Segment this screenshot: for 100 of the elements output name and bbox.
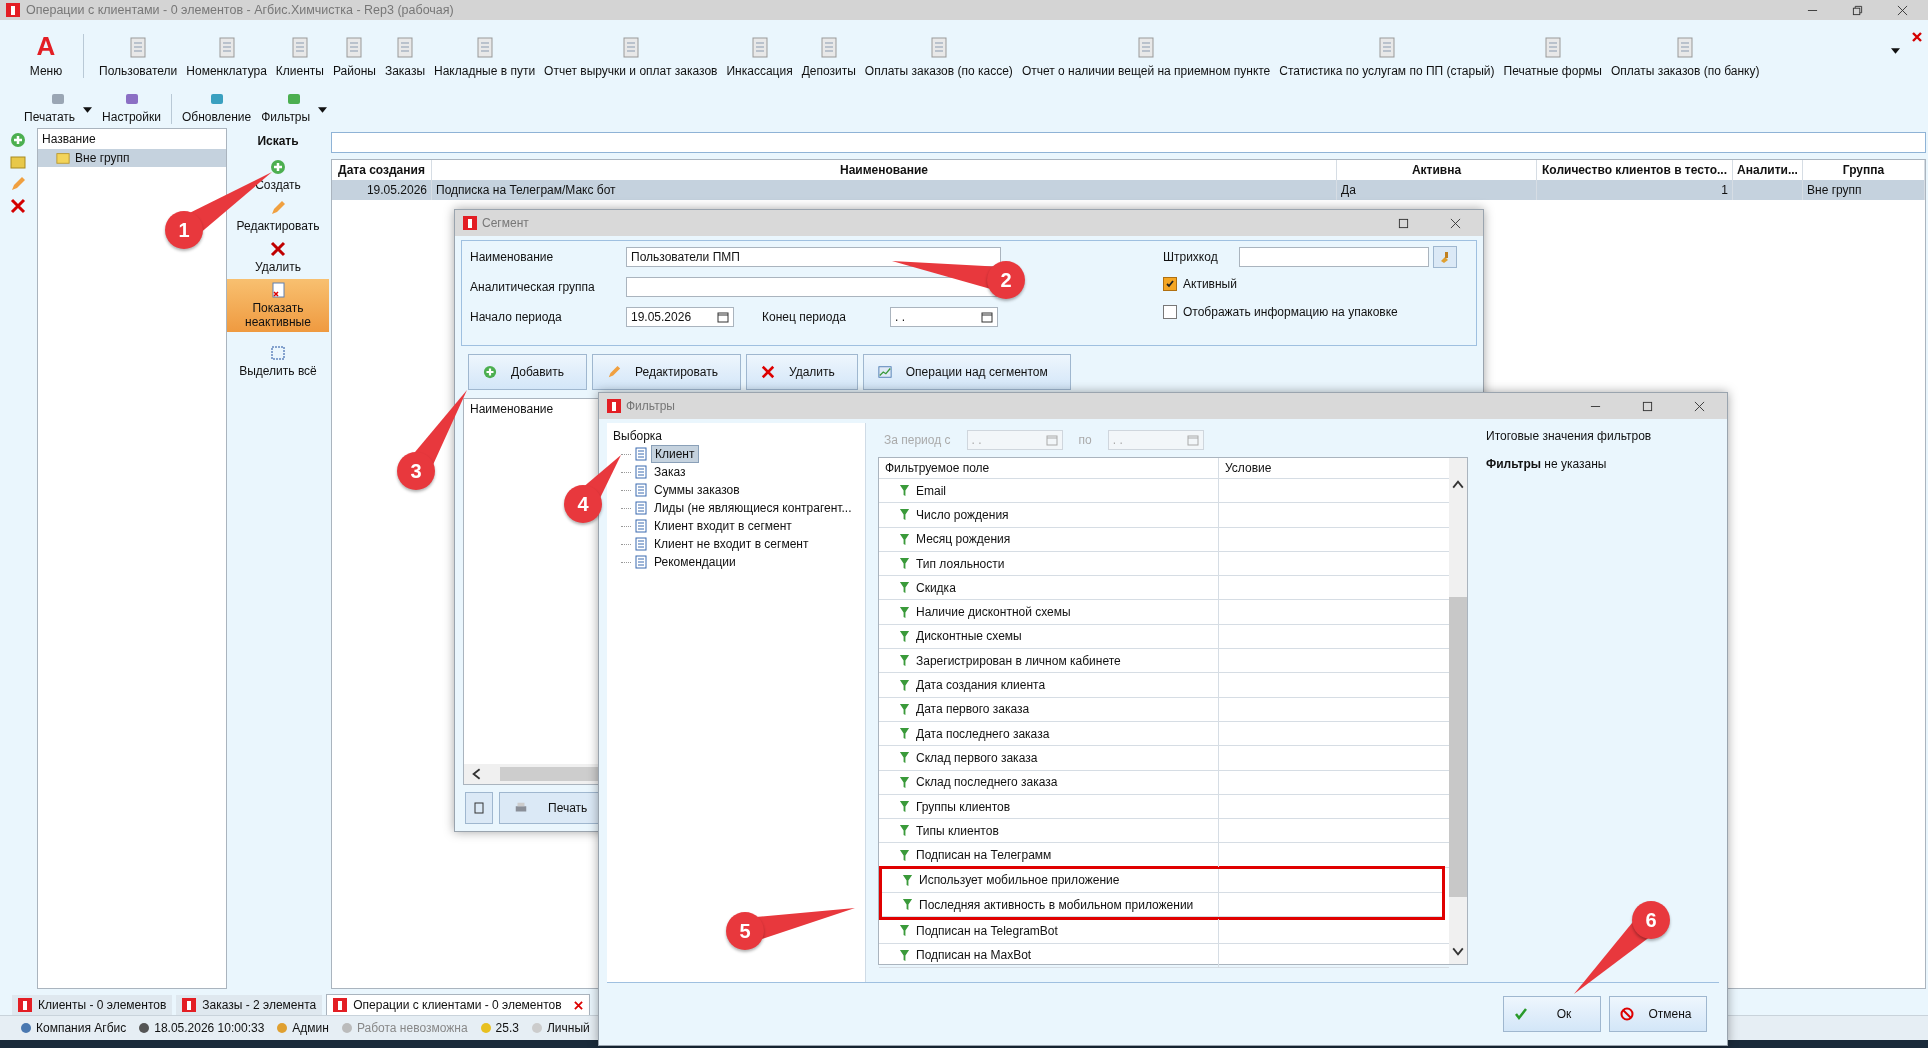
- table-cell[interactable]: Склад первого заказа: [879, 746, 1219, 770]
- brush-icon: [1439, 251, 1451, 263]
- toolbar-button[interactable]: Статистика по услугам по ПП (старый): [1277, 37, 1497, 78]
- table-cell[interactable]: Использует мобильное приложение: [882, 868, 1219, 893]
- toolbar-button[interactable]: Районы: [331, 37, 378, 78]
- scrollbar[interactable]: [1449, 597, 1467, 897]
- barcode-field[interactable]: [1239, 247, 1429, 267]
- table-cell[interactable]: Тип лояльности: [879, 551, 1219, 576]
- toolbar-button[interactable]: Отчет выручки и оплат заказов: [542, 37, 720, 78]
- table-row[interactable]: 19.05.2026 Подписка на Телеграм/Макс бот Да 1 Вне групп: [332, 180, 1925, 200]
- page-button[interactable]: [465, 792, 493, 824]
- date-field[interactable]: 19.05.2026: [626, 307, 734, 327]
- table-cell[interactable]: Подписан на TelegramBot: [879, 919, 1219, 943]
- filter-icon: [899, 508, 910, 522]
- table-cell[interactable]: Дисконтные схемы: [879, 624, 1219, 649]
- checkbox[interactable]: [1163, 277, 1177, 291]
- table-cell[interactable]: Дата последнего заказа: [879, 721, 1219, 746]
- toolbar-button[interactable]: Депозиты: [799, 37, 858, 78]
- calendar-icon[interactable]: [981, 311, 993, 323]
- tree-item[interactable]: Вне групп: [38, 149, 226, 167]
- filter-icon: [899, 727, 910, 741]
- maximize-icon[interactable]: [1642, 400, 1653, 412]
- toolbar-button[interactable]: Номенклатура: [184, 37, 269, 78]
- toolbar-button[interactable]: Печатные формы: [1501, 37, 1604, 78]
- table-cell[interactable]: Подписан на Телеграмм: [879, 843, 1219, 867]
- column-header: Фильтруемое поле: [879, 458, 1219, 478]
- toolbar-button[interactable]: Инкассация: [724, 37, 795, 78]
- window-title: Операции с клиентами - 0 элементов - Агбис.Химчистка - Rep3 (рабочая): [26, 3, 454, 17]
- scroll-up-icon[interactable]: [1452, 478, 1464, 490]
- toolbar-button[interactable]: Накладные в пути: [432, 37, 538, 78]
- table-cell[interactable]: Последняя активность в мобильном приложении: [882, 893, 1219, 917]
- scroll-left-icon[interactable]: [470, 768, 482, 780]
- tab[interactable]: Заказы - 2 элемента: [176, 995, 323, 1015]
- tree-item[interactable]: Клиент не входит в сегмент: [651, 536, 812, 552]
- toolbar-button[interactable]: Клиенты: [273, 37, 326, 78]
- filter-icon: [899, 678, 910, 692]
- toolbar-button[interactable]: Печатать: [24, 91, 93, 124]
- toolbar-button[interactable]: Добавить: [468, 354, 588, 390]
- close-icon[interactable]: [573, 1000, 583, 1010]
- restore-icon[interactable]: [1852, 4, 1863, 16]
- action-button[interactable]: Удалить: [227, 238, 329, 277]
- tab[interactable]: Клиенты - 0 элементов: [12, 995, 173, 1015]
- table-cell[interactable]: Типы клиентов: [879, 819, 1219, 843]
- checkbox[interactable]: [1163, 305, 1177, 319]
- date-field[interactable]: . .: [890, 307, 998, 327]
- document-icon: [289, 37, 310, 59]
- tree-item[interactable]: Выборка: [613, 427, 859, 445]
- action-button[interactable]: Показать неактивные: [227, 279, 329, 332]
- toolbar-button[interactable]: Обновление: [181, 91, 252, 124]
- table-cell[interactable]: Подписан на MaxBot: [879, 943, 1219, 967]
- cancel-button[interactable]: Отмена: [1609, 996, 1707, 1032]
- toolbar-button[interactable]: Фильтры: [261, 91, 328, 124]
- status-icon: [276, 1022, 289, 1034]
- close-icon[interactable]: [1912, 32, 1922, 42]
- tree-item[interactable]: Заказ: [651, 464, 689, 480]
- toolbar-button[interactable]: Отчет о наличии вещей на приемном пункте: [1019, 37, 1273, 78]
- menu-button[interactable]: A Меню: [22, 33, 70, 78]
- table-cell[interactable]: Число рождения: [879, 503, 1219, 527]
- toolbar-button[interactable]: Удалить: [745, 354, 858, 390]
- toolbar-button[interactable]: Операции над сегментом: [862, 354, 1071, 390]
- tree-item[interactable]: Клиент: [651, 445, 699, 463]
- table-cell[interactable]: Зарегистрирован в личном кабинете: [879, 649, 1219, 673]
- table-cell[interactable]: Email: [879, 479, 1219, 503]
- maximize-icon[interactable]: [1398, 217, 1409, 229]
- close-icon[interactable]: [1694, 400, 1705, 412]
- table-cell[interactable]: Дата создания клиента: [879, 673, 1219, 697]
- toolbar-button[interactable]: Настройки: [102, 91, 161, 124]
- tree-item[interactable]: Рекомендации: [651, 554, 739, 570]
- tree-item[interactable]: Лиды (не являющиеся контрагент...: [651, 500, 855, 516]
- action-button[interactable]: Выделить всё: [227, 342, 329, 381]
- delete-icon[interactable]: [9, 198, 26, 214]
- toolbar-button[interactable]: Редактировать: [592, 354, 741, 390]
- table-cell[interactable]: Скидка: [879, 576, 1219, 600]
- dialog-title: Фильтры: [626, 399, 675, 413]
- toolbar-button[interactable]: Заказы: [382, 37, 427, 78]
- toolbar-button[interactable]: Пользователи: [97, 37, 180, 78]
- table-cell[interactable]: Дата первого заказа: [879, 697, 1219, 721]
- toolbar-button[interactable]: Оплаты заказов (по кассе): [862, 37, 1015, 78]
- close-icon[interactable]: [1897, 4, 1908, 16]
- caret-icon[interactable]: [1891, 48, 1900, 54]
- search-field[interactable]: [331, 132, 1926, 153]
- table-cell[interactable]: Месяц рождения: [879, 527, 1219, 551]
- calendar-icon[interactable]: [717, 311, 729, 323]
- scroll-down-icon[interactable]: [1452, 946, 1464, 958]
- toolbar-button[interactable]: Оплаты заказов (по банку): [1608, 37, 1762, 78]
- close-icon[interactable]: [1450, 217, 1461, 229]
- tree-item[interactable]: Клиент входит в сегмент: [651, 518, 795, 534]
- plus-icon[interactable]: [9, 132, 26, 148]
- table-cell: 19.05.2026: [332, 180, 432, 200]
- filter-icon: [899, 484, 910, 498]
- name-field[interactable]: Пользователи ПМП: [626, 247, 1001, 267]
- table-cell[interactable]: Наличие дисконтной схемы: [879, 600, 1219, 624]
- ok-button[interactable]: Ок: [1503, 996, 1601, 1032]
- brush-button[interactable]: [1433, 246, 1457, 268]
- status-icon: [530, 1022, 543, 1034]
- table-cell[interactable]: Группы клиентов: [879, 794, 1219, 819]
- tree-item[interactable]: Суммы заказов: [651, 482, 743, 498]
- tab[interactable]: Операции с клиентами - 0 элементов: [326, 994, 590, 1015]
- action-button[interactable]: Редактировать: [227, 197, 329, 236]
- table-cell[interactable]: Склад последнего заказа: [879, 770, 1219, 794]
